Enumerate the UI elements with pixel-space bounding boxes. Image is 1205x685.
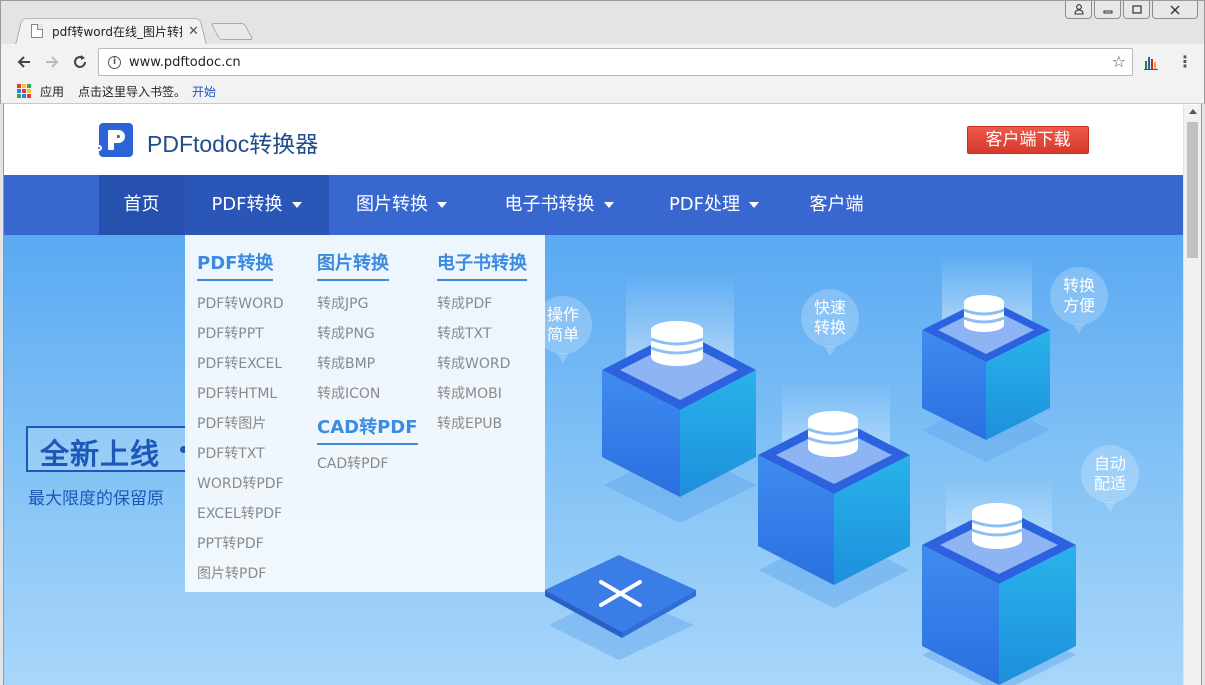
dropdown-heading[interactable]: 电子书转换: [437, 249, 527, 281]
info-icon[interactable]: i: [108, 55, 121, 69]
window-edge-right: [1201, 104, 1205, 685]
dropdown-item[interactable]: PDF转HTML: [197, 379, 284, 409]
dropdown-item[interactable]: 图片转PDF: [197, 559, 284, 589]
hero-banner: 操作 简单 快速 转换 转换 方便 自动 配适 全新上线 最大限度的保留原: [4, 235, 1183, 685]
nav-item-ebook-convert[interactable]: 电子书转换: [474, 175, 644, 235]
dropdown-heading[interactable]: CAD转PDF: [317, 413, 418, 445]
browser-tab-content[interactable]: pdf转word在线_图片转换 ✕: [23, 17, 211, 45]
window-controls: [1065, 1, 1198, 19]
browser-tab-strip: pdf转word在线_图片转换 ✕: [0, 0, 1205, 45]
nav-label: 首页: [123, 194, 160, 215]
nav-item-client[interactable]: 客户端: [784, 175, 889, 235]
dropdown-item[interactable]: 转成MOBI: [437, 379, 527, 409]
nav-label: PDF转换: [211, 194, 283, 215]
scrollbar-thumb[interactable]: [1187, 122, 1198, 258]
dropdown-item[interactable]: 转成EPUB: [437, 409, 527, 439]
site-header: PDFtodoc转换器 客户端下载: [4, 105, 1183, 175]
dropdown-item[interactable]: 转成PDF: [437, 289, 527, 319]
dropdown-item[interactable]: 转成JPG: [317, 289, 418, 319]
window-close-icon[interactable]: [1152, 1, 1198, 19]
bubble-line: 配适: [1093, 474, 1126, 493]
dropdown-column-ebook: 电子书转换 转成PDF 转成TXT 转成WORD 转成MOBI 转成EPUB: [437, 249, 527, 439]
bookmark-start-link[interactable]: 开始: [192, 83, 216, 100]
bookmark-apps[interactable]: 应用: [40, 83, 64, 100]
dropdown-column-image: 图片转换 转成JPG 转成PNG 转成BMP 转成ICON CAD转PDF CA…: [317, 249, 418, 479]
bubble-line: 转换: [1062, 276, 1095, 295]
feature-bubble: 自动 配适: [1081, 445, 1139, 512]
bubble-line: 简单: [546, 325, 579, 344]
dropdown-item[interactable]: 转成WORD: [437, 349, 527, 379]
page-scrollbar[interactable]: [1183, 105, 1201, 685]
site-logo-text[interactable]: PDFtodoc转换器: [147, 125, 318, 159]
bookmarks-bar: 应用 点击这里导入书签。 开始: [0, 79, 1205, 104]
dropdown-item[interactable]: PDF转PPT: [197, 319, 284, 349]
back-arrow-icon[interactable]: [13, 51, 35, 73]
nav-item-image-convert[interactable]: 图片转换: [329, 175, 474, 235]
logo-icon[interactable]: [96, 123, 133, 157]
main-nav: 首页 PDF转换 图片转换 电子书转换 PDF处理 客户端: [4, 175, 1183, 235]
caret-down-icon: [437, 202, 447, 208]
nav-item-pdf-convert[interactable]: PDF转换: [184, 175, 329, 235]
dropdown-item[interactable]: 转成TXT: [437, 319, 527, 349]
dropdown-column-pdf: PDF转换 PDF转WORD PDF转PPT PDF转EXCEL PDF转HTM…: [197, 249, 284, 589]
page-favicon-icon: [31, 24, 43, 38]
dropdown-item[interactable]: 转成BMP: [317, 349, 418, 379]
scroll-up-arrow-icon[interactable]: [1189, 109, 1197, 114]
dropdown-item[interactable]: PDF转EXCEL: [197, 349, 284, 379]
hero-subtitle: 最大限度的保留原: [28, 489, 164, 509]
dropdown-item[interactable]: PDF转图片: [197, 409, 284, 439]
new-tab-button[interactable]: [210, 23, 254, 40]
client-download-button[interactable]: 客户端下载: [967, 126, 1089, 154]
forward-arrow-icon[interactable]: [41, 51, 63, 73]
maximize-icon[interactable]: [1123, 1, 1150, 19]
nav-item-home[interactable]: 首页: [99, 175, 184, 235]
url-text[interactable]: www.pdftodoc.cn: [129, 55, 241, 70]
nav-label: PDF处理: [668, 194, 741, 215]
bubble-line: 快速: [813, 298, 846, 317]
browser-toolbar: i www.pdftodoc.cn ☆ ⋮: [0, 44, 1205, 79]
dropdown-item[interactable]: PPT转PDF: [197, 529, 284, 559]
caret-down-icon: [749, 202, 760, 208]
star-icon[interactable]: ☆: [1112, 52, 1126, 71]
apps-grid-icon[interactable]: [17, 84, 31, 98]
dropdown-item[interactable]: WORD转PDF: [197, 469, 284, 499]
bubble-line: 转换: [813, 318, 846, 337]
nav-label: 客户端: [809, 194, 864, 215]
minimize-icon[interactable]: [1094, 1, 1121, 19]
nav-label: 电子书转换: [504, 194, 595, 215]
dropdown-item[interactable]: CAD转PDF: [317, 449, 418, 479]
close-icon[interactable]: ✕: [188, 24, 199, 39]
dropdown-item[interactable]: 转成ICON: [317, 379, 418, 409]
bubble-line: 自动: [1093, 454, 1126, 473]
dropdown-heading[interactable]: 图片转换: [317, 249, 389, 281]
reload-icon[interactable]: [69, 51, 91, 73]
caret-down-icon: [291, 202, 302, 208]
dropdown-item[interactable]: PDF转WORD: [197, 289, 284, 319]
bubble-line: 操作: [546, 305, 579, 324]
bubble-line: 方便: [1062, 296, 1095, 315]
page-viewport: PDFtodoc转换器 客户端下载 首页 PDF转换 图片转换 电子书转换 PD…: [4, 105, 1183, 685]
feature-bubble: 快速 转换: [801, 289, 859, 356]
dropdown-heading[interactable]: PDF转换: [197, 249, 274, 281]
pdf-convert-dropdown: PDF转换 PDF转WORD PDF转PPT PDF转EXCEL PDF转HTM…: [185, 235, 545, 592]
dropdown-item[interactable]: PDF转TXT: [197, 439, 284, 469]
tab-title: pdf转word在线_图片转换: [52, 24, 182, 39]
dropdown-item[interactable]: EXCEL转PDF: [197, 499, 284, 529]
caret-down-icon: [603, 202, 614, 208]
extension-icon[interactable]: [1142, 53, 1160, 71]
nav-label: 图片转换: [356, 194, 428, 215]
address-bar[interactable]: i www.pdftodoc.cn ☆: [98, 48, 1133, 76]
menu-dots-icon[interactable]: ⋮: [1177, 52, 1193, 71]
user-icon[interactable]: [1065, 1, 1092, 19]
dropdown-item[interactable]: 转成PNG: [317, 319, 418, 349]
bookmark-import-hint: 点击这里导入书签。: [78, 84, 187, 99]
hero-badge-text: 全新上线: [40, 437, 161, 471]
nav-item-pdf-process[interactable]: PDF处理: [644, 175, 784, 235]
feature-bubble: 转换 方便: [1050, 267, 1108, 334]
